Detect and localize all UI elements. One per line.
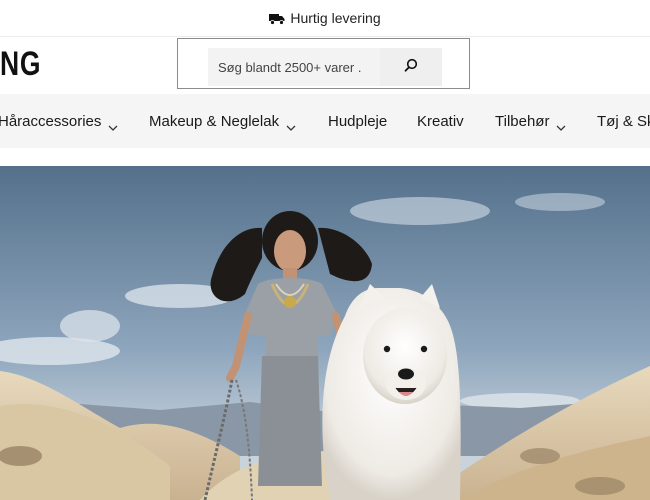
search-input[interactable] bbox=[208, 48, 380, 86]
nav-item-toj-sko[interactable]: Tøj & Sk bbox=[597, 94, 650, 148]
announcement-bar: Hurtig levering bbox=[0, 0, 650, 37]
chevron-down-icon bbox=[556, 118, 566, 131]
nav-item-tilbehor[interactable]: Tilbehør bbox=[495, 94, 566, 148]
chevron-down-icon bbox=[286, 118, 296, 131]
hero-image bbox=[0, 166, 650, 500]
nav-item-label: Kreativ bbox=[417, 112, 464, 130]
search-button[interactable] bbox=[380, 48, 442, 86]
search-icon bbox=[404, 58, 418, 77]
store-logo[interactable]: NG bbox=[0, 44, 41, 84]
search-box bbox=[177, 38, 470, 89]
nav-item-label: Hudpleje bbox=[328, 112, 388, 130]
truck-icon bbox=[269, 12, 285, 25]
nav-item-haraccessories[interactable]: Håraccessories bbox=[0, 94, 118, 148]
nav-item-hudpleje[interactable]: Hudpleje bbox=[328, 94, 387, 148]
nav-item-label: Tøj & Sk bbox=[597, 112, 650, 130]
nav-item-kreativ[interactable]: Kreativ bbox=[417, 94, 464, 148]
nav-item-label: Håraccessories bbox=[0, 112, 102, 130]
chevron-down-icon bbox=[108, 118, 118, 131]
hero-banner[interactable] bbox=[0, 166, 650, 500]
nav-item-label: Tilbehør bbox=[495, 112, 550, 130]
main-navigation: Håraccessories Makeup & Neglelak Hudplej… bbox=[0, 94, 650, 148]
nav-item-label: Makeup & Neglelak bbox=[149, 112, 280, 130]
announcement-text: Hurtig levering bbox=[290, 10, 381, 26]
nav-item-makeup-neglelak[interactable]: Makeup & Neglelak bbox=[149, 94, 296, 148]
